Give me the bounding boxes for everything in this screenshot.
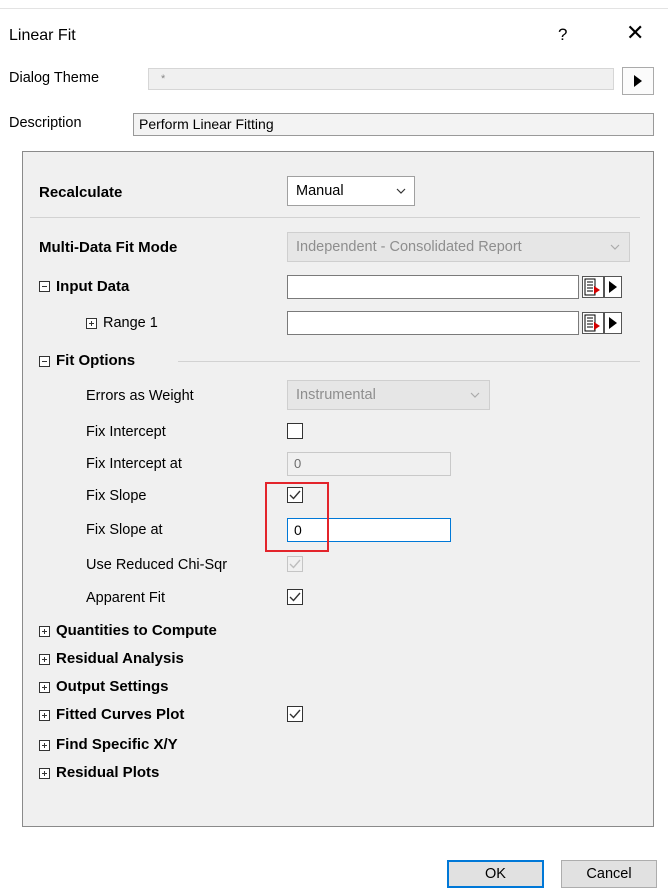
expand-find-xy-icon[interactable]	[39, 740, 50, 751]
residual-plots-label[interactable]: Residual Plots	[56, 764, 159, 781]
checkmark-icon	[289, 709, 301, 719]
recalculate-select[interactable]: Manual	[287, 176, 415, 206]
fix-slope-label: Fix Slope	[86, 488, 147, 504]
dialog-theme-menu-button[interactable]	[622, 67, 654, 95]
input-data-field[interactable]	[287, 275, 579, 299]
input-data-label: Input Data	[56, 278, 130, 295]
expand-residual-plots-icon[interactable]	[39, 768, 50, 779]
divider	[178, 361, 640, 362]
dialog-theme-field[interactable]: *	[148, 68, 614, 90]
errors-as-weight-select[interactable]: Instrumental	[287, 380, 490, 410]
expand-residual-analysis-icon[interactable]	[39, 654, 50, 665]
fix-intercept-at-field[interactable]: 0	[287, 452, 451, 476]
select-range-icon[interactable]	[582, 312, 604, 334]
chevron-down-icon	[396, 188, 406, 194]
quantities-to-compute-label[interactable]: Quantities to Compute	[56, 622, 217, 639]
help-button[interactable]: ?	[558, 25, 567, 45]
chevron-down-icon	[610, 244, 620, 250]
dialog-theme-label: Dialog Theme	[9, 70, 100, 86]
chevron-down-icon	[470, 392, 480, 398]
find-specific-xy-label[interactable]: Find Specific X/Y	[56, 736, 178, 753]
fix-slope-at-label: Fix Slope at	[86, 522, 163, 538]
highlight-annotation	[265, 482, 329, 552]
close-button[interactable]: ✕	[626, 22, 644, 44]
expand-fitted-curves-icon[interactable]	[39, 710, 50, 721]
checkmark-icon	[289, 592, 301, 602]
expand-range-1-icon[interactable]	[86, 318, 97, 329]
input-data-menu-button[interactable]	[604, 276, 622, 298]
use-reduced-chi-sqr-label: Use Reduced Chi-Sqr	[86, 557, 228, 573]
fitted-curves-plot-label[interactable]: Fitted Curves Plot	[56, 706, 184, 723]
window-title: Linear Fit	[9, 27, 76, 44]
play-arrow-icon	[634, 75, 642, 87]
recalculate-label: Recalculate	[39, 184, 123, 201]
fix-intercept-checkbox[interactable]	[287, 423, 303, 439]
play-arrow-icon	[609, 281, 617, 293]
recalculate-value: Manual	[296, 183, 344, 199]
multi-data-fit-mode-select[interactable]: Independent - Consolidated Report	[287, 232, 630, 262]
errors-as-weight-value: Instrumental	[296, 387, 376, 403]
output-settings-label[interactable]: Output Settings	[56, 678, 169, 695]
range-1-label: Range 1	[103, 315, 158, 331]
errors-as-weight-label: Errors as Weight	[86, 388, 194, 404]
fit-options-label: Fit Options	[56, 352, 136, 369]
fitted-curves-plot-checkbox[interactable]	[287, 706, 303, 722]
multi-data-fit-mode-label: Multi-Data Fit Mode	[39, 239, 178, 256]
description-field: Perform Linear Fitting	[133, 113, 654, 136]
multi-data-fit-mode-value: Independent - Consolidated Report	[296, 239, 522, 255]
checkmark-icon	[289, 559, 301, 569]
cancel-button[interactable]: Cancel	[561, 860, 657, 888]
collapse-fit-options-icon[interactable]	[39, 356, 50, 367]
play-arrow-icon	[609, 317, 617, 329]
divider	[30, 217, 640, 218]
collapse-input-data-icon[interactable]	[39, 281, 50, 292]
select-data-icon[interactable]	[582, 276, 604, 298]
expand-quantities-icon[interactable]	[39, 626, 50, 637]
apparent-fit-label: Apparent Fit	[86, 590, 165, 606]
residual-analysis-label[interactable]: Residual Analysis	[56, 650, 184, 667]
use-reduced-chi-sqr-checkbox[interactable]	[287, 556, 303, 572]
range-1-menu-button[interactable]	[604, 312, 622, 334]
range-1-field[interactable]	[287, 311, 579, 335]
expand-output-settings-icon[interactable]	[39, 682, 50, 693]
fix-intercept-label: Fix Intercept	[86, 424, 166, 440]
apparent-fit-checkbox[interactable]	[287, 589, 303, 605]
ok-button[interactable]: OK	[447, 860, 544, 888]
fix-intercept-at-label: Fix Intercept at	[86, 456, 182, 472]
top-divider	[0, 8, 668, 9]
description-label: Description	[9, 115, 82, 131]
